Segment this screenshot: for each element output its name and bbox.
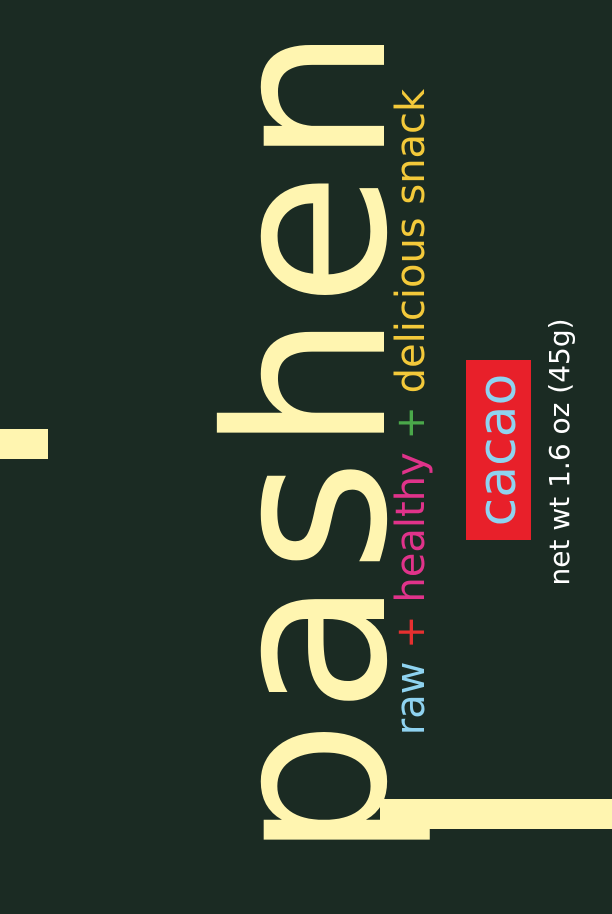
brand-accent-rule	[0, 429, 48, 459]
bottom-accent-rule	[380, 799, 612, 829]
tagline-raw: raw	[388, 661, 434, 736]
tagline: raw + healthy + delicious snack	[388, 88, 434, 736]
flavor-label: cacao	[468, 373, 528, 527]
package-label: pashen raw + healthy + delicious snack c…	[0, 0, 612, 914]
net-weight: net wt 1.6 oz (45g)	[543, 318, 576, 586]
tagline-healthy: healthy	[388, 452, 434, 603]
tagline-delicious-snack: delicious snack	[388, 88, 434, 394]
tagline-plus-1: +	[388, 615, 434, 649]
tagline-plus-2: +	[388, 406, 434, 440]
brand-wordmark: pashen	[180, 20, 436, 860]
